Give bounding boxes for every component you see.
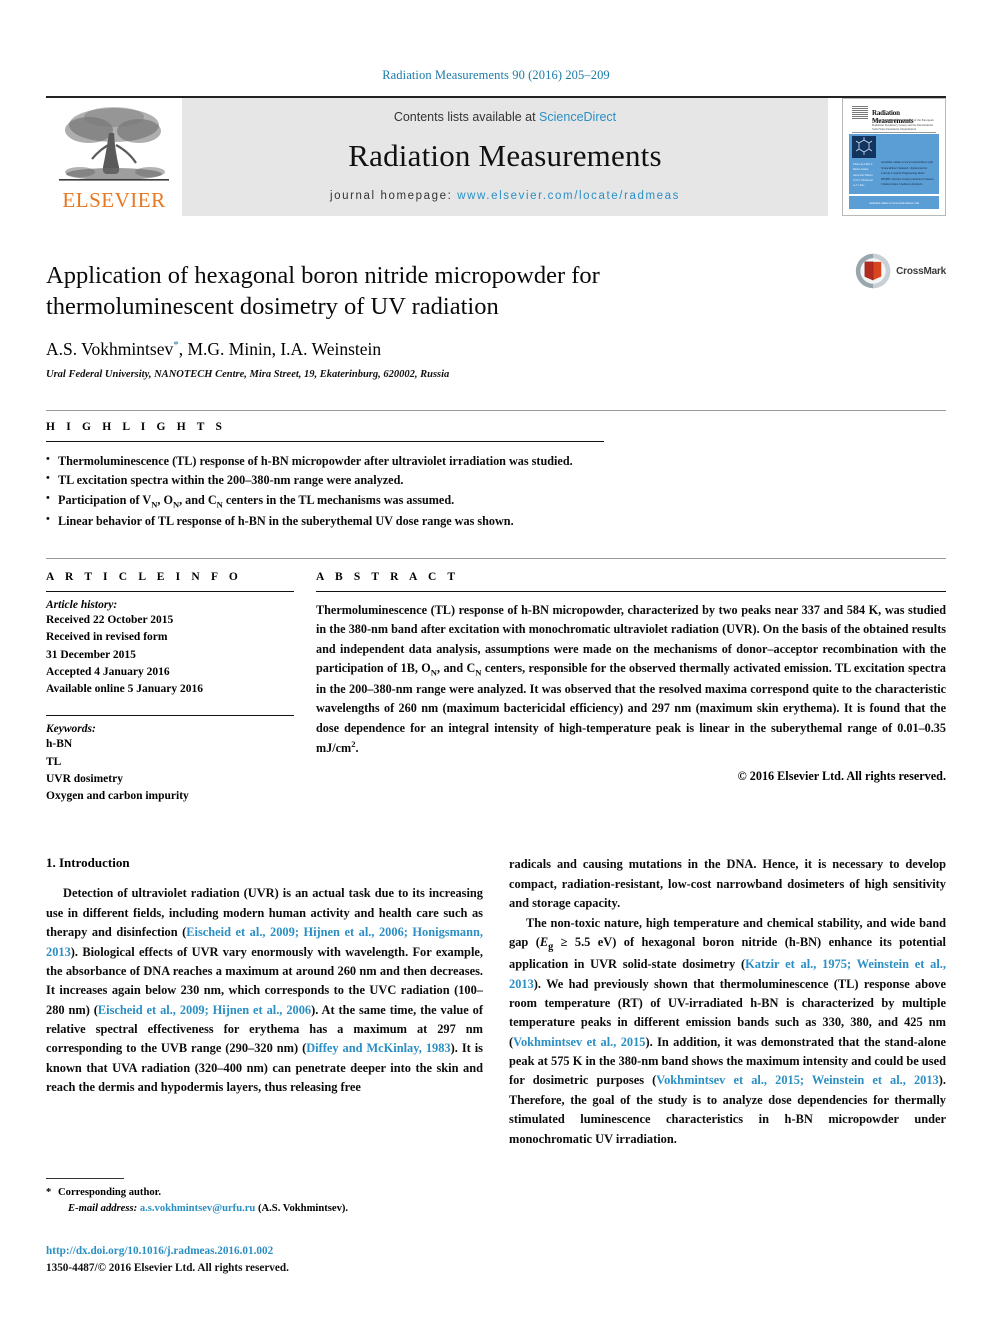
crossmark-icon bbox=[855, 253, 891, 289]
doi-link[interactable]: http://dx.doi.org/10.1016/j.radmeas.2016… bbox=[46, 1243, 289, 1260]
affiliation: Ural Federal University, NANOTECH Centre… bbox=[46, 368, 450, 380]
cover-blue-panel: Editor-in-Chief L. Bøtter-Jensen Associa… bbox=[849, 134, 939, 194]
citation-link[interactable]: Eischeid et al., 2009; Hijnen et al., 20… bbox=[98, 1003, 311, 1017]
paper-page: Radiation Measurements 90 (2016) 205–209 bbox=[0, 0, 992, 1323]
crossmark-label: CrossMark bbox=[896, 265, 946, 277]
keywords-label: Keywords: bbox=[46, 723, 96, 736]
info-abstract-section: A R T I C L E I N F O Article history: R… bbox=[46, 558, 946, 805]
cover-subtitle: ISSN 1350-4487 Official Journal of the E… bbox=[872, 118, 934, 132]
doi-block: http://dx.doi.org/10.1016/j.radmeas.2016… bbox=[46, 1243, 289, 1278]
article-history-label: Article history: bbox=[46, 599, 118, 612]
journal-title: Radiation Measurements bbox=[348, 138, 662, 173]
citation-link[interactable]: Diffey and McKinlay, 1983 bbox=[306, 1041, 450, 1055]
history-available-online: Available online 5 January 2016 bbox=[46, 683, 203, 696]
keyword-item: TL bbox=[46, 755, 62, 768]
intro-paragraph-left: Detection of ultraviolet radiation (UVR)… bbox=[46, 886, 484, 1094]
abstract-copyright: © 2016 Elsevier Ltd. All rights reserved… bbox=[737, 769, 946, 784]
body-left-column: 1. Introduction Detection of ultraviolet… bbox=[46, 855, 483, 1148]
email-owner: (A.S. Vokhmintsev). bbox=[257, 1202, 349, 1214]
footnote-block: * Corresponding author. E-mail address: a… bbox=[46, 1178, 476, 1217]
journal-masthead: ELSEVIER Contents lists available at Sci… bbox=[46, 96, 946, 216]
intro-paragraph-right-1: radicals and causing mutations in the DN… bbox=[509, 857, 946, 911]
email-note: E-mail address: a.s.vokhmintsev@urfu.ru … bbox=[46, 1201, 476, 1217]
highlights-list: Thermoluminescence (TL) response of h-BN… bbox=[46, 451, 946, 533]
abstract-column: A B S T R A C T Thermoluminescence (TL) … bbox=[316, 571, 946, 805]
hexagon-lattice-icon bbox=[855, 137, 873, 155]
footnote-rule bbox=[46, 1178, 124, 1179]
list-item: Thermoluminescence (TL) response of h-BN… bbox=[46, 451, 946, 472]
keyword-item: h-BN bbox=[46, 738, 73, 751]
cover-footer-text: Available online at www.sciencedirect.co… bbox=[868, 201, 920, 205]
citation-link[interactable]: Eischeid et al., 2009; Hijnen et al., 20… bbox=[46, 925, 483, 958]
highlights-label: H I G H L I G H T S bbox=[46, 420, 227, 433]
corresponding-author-text: Corresponding author. bbox=[58, 1187, 162, 1198]
title-block: Application of hexagonal boron nitride m… bbox=[46, 253, 946, 380]
keywords-block: Keywords: h-BN TL UVR dosimetry Oxygen a… bbox=[46, 715, 294, 805]
citation-link[interactable]: Vokhmintsev et al., 2015 bbox=[513, 1035, 645, 1049]
history-revised-date: 31 December 2015 bbox=[46, 648, 136, 661]
sciencedirect-link[interactable]: ScienceDirect bbox=[539, 110, 616, 124]
elsevier-wordmark: ELSEVIER bbox=[62, 188, 166, 212]
citation-link[interactable]: Katzir et al., 1975; Weinstein et al., 2… bbox=[509, 957, 946, 990]
abstract-text: Thermoluminescence (TL) response of h-BN… bbox=[316, 603, 946, 755]
abstract-rule bbox=[316, 591, 946, 593]
history-accepted: Accepted 4 January 2016 bbox=[46, 665, 170, 678]
keyword-item: Oxygen and carbon impurity bbox=[46, 790, 189, 803]
email-label: E-mail address: bbox=[68, 1202, 138, 1214]
journal-cover-thumbnail: Radiation Measurements ISSN 1350-4487 Of… bbox=[842, 98, 946, 216]
article-info-rule bbox=[46, 591, 294, 593]
list-item: Participation of VN, ON, and CN centers … bbox=[46, 490, 946, 512]
cover-left-column: Editor-in-Chief L. Bøtter-Jensen Associa… bbox=[853, 163, 874, 188]
highlights-rule bbox=[46, 440, 604, 442]
homepage-prefix: journal homepage: bbox=[329, 190, 458, 202]
article-info-label: A R T I C L E I N F O bbox=[46, 571, 242, 584]
corresponding-author-note: * Corresponding author. bbox=[46, 1185, 476, 1201]
homepage-url[interactable]: www.elsevier.com/locate/radmeas bbox=[457, 190, 680, 202]
crossmark-badge[interactable]: CrossMark bbox=[854, 248, 946, 294]
cover-footer: Available online at www.sciencedirect.co… bbox=[849, 196, 939, 209]
keywords-rule bbox=[46, 715, 294, 717]
body-columns: 1. Introduction Detection of ultraviolet… bbox=[46, 855, 946, 1148]
article-info-column: A R T I C L E I N F O Article history: R… bbox=[46, 571, 294, 805]
asterisk-icon: * bbox=[46, 1187, 52, 1198]
history-received: Received 22 October 2015 bbox=[46, 614, 174, 627]
elsevier-logo: ELSEVIER bbox=[46, 98, 182, 216]
list-item: TL excitation spectra within the 200–380… bbox=[46, 470, 946, 491]
journal-homepage-line: journal homepage: www.elsevier.com/locat… bbox=[330, 190, 680, 202]
section-heading-introduction: 1. Introduction bbox=[46, 855, 130, 871]
cover-barcode-icon bbox=[852, 106, 868, 119]
corresponding-author-marker: * bbox=[173, 338, 179, 351]
running-head: Radiation Measurements 90 (2016) 205–209 bbox=[382, 68, 610, 82]
list-item: Linear behavior of TL response of h-BN i… bbox=[46, 511, 946, 532]
highlights-section: H I G H L I G H T S Thermoluminescence (… bbox=[46, 411, 946, 533]
author-list: A.S. Vokhmintsev*, M.G. Minin, I.A. Wein… bbox=[46, 338, 382, 359]
contents-line: Contents lists available at ScienceDirec… bbox=[394, 110, 616, 124]
intro-paragraph-right-2: The non-toxic nature, high temperature a… bbox=[509, 915, 947, 1146]
email-link[interactable]: a.s.vokhmintsev@urfu.ru bbox=[140, 1203, 256, 1214]
cover-right-column: Available online at www.sciencedirect.co… bbox=[881, 160, 934, 187]
abstract-label: A B S T R A C T bbox=[316, 571, 460, 584]
cover-hexagon-icon bbox=[852, 136, 876, 158]
cover-rule bbox=[852, 132, 936, 133]
page-title: Application of hexagonal boron nitride m… bbox=[46, 262, 600, 321]
history-revised-label: Received in revised form bbox=[46, 631, 168, 644]
citation-link[interactable]: Vokhmintsev et al., 2015; Weinstein et a… bbox=[656, 1073, 938, 1087]
elsevier-tree-icon bbox=[59, 107, 169, 181]
cover-inner: Radiation Measurements ISSN 1350-4487 Of… bbox=[846, 102, 942, 212]
journal-band: Contents lists available at ScienceDirec… bbox=[182, 98, 828, 216]
body-right-column: radicals and causing mutations in the DN… bbox=[509, 855, 946, 1148]
keyword-item: UVR dosimetry bbox=[46, 772, 123, 785]
contents-prefix: Contents lists available at bbox=[393, 110, 540, 124]
issn-copyright: 1350-4487/© 2016 Elsevier Ltd. All right… bbox=[46, 1262, 289, 1275]
